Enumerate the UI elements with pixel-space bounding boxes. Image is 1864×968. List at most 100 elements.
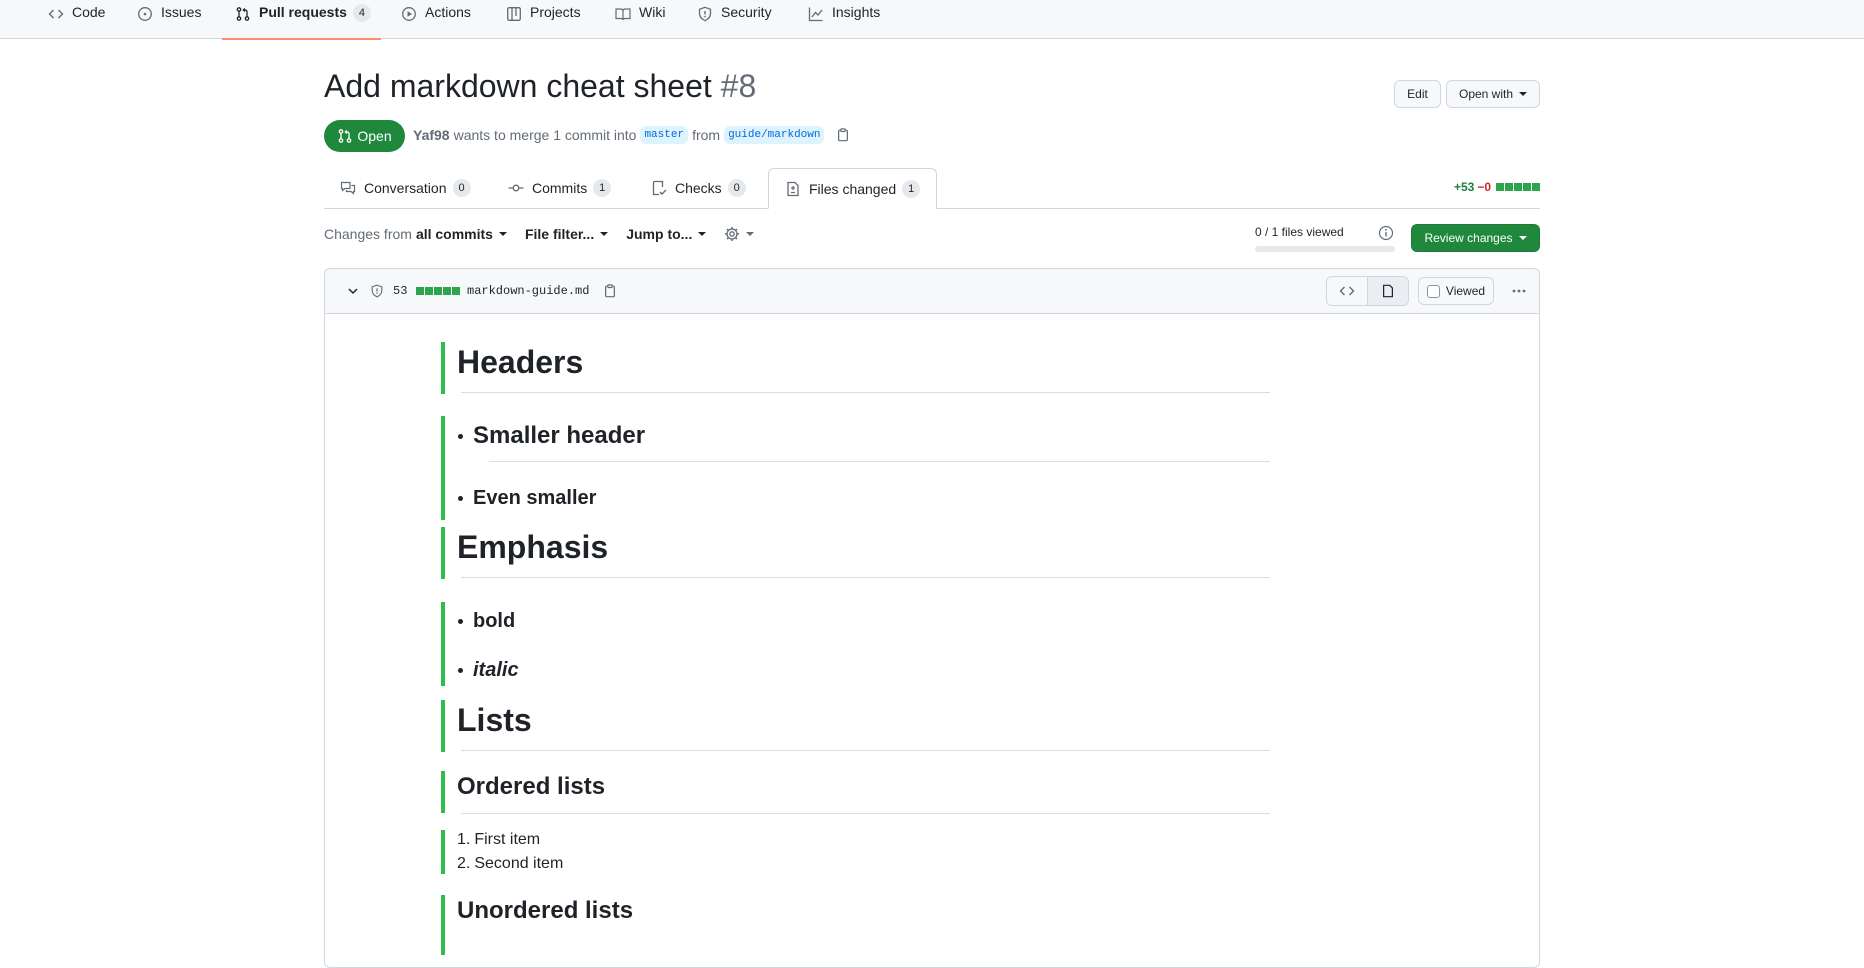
list-item: bold xyxy=(458,606,516,636)
tab-conversation-label: Conversation xyxy=(364,180,447,196)
code-icon xyxy=(1339,286,1355,296)
diff-settings-dropdown[interactable] xyxy=(724,226,755,242)
merge-text: wants to merge 1 commit into xyxy=(453,127,637,143)
pull-requests-count: 4 xyxy=(352,4,371,22)
file-options-button[interactable] xyxy=(1505,277,1533,305)
head-branch[interactable]: guide/markdown xyxy=(724,126,825,144)
edit-button-label: Edit xyxy=(1407,87,1428,101)
tab-commits[interactable]: Commits 1 xyxy=(492,168,627,208)
copy-icon[interactable] xyxy=(603,284,617,298)
chevron-down-icon xyxy=(600,232,609,236)
shield-icon xyxy=(371,284,383,298)
list-item-text: Second item xyxy=(474,855,564,872)
heading-headers: Headers xyxy=(457,344,584,380)
pr-title-text: Add markdown cheat sheet xyxy=(324,68,712,104)
nav-actions[interactable]: Actions xyxy=(401,0,471,39)
files-viewed-progress xyxy=(1255,246,1395,252)
nav-projects[interactable]: Projects xyxy=(506,0,581,39)
edit-button[interactable]: Edit xyxy=(1394,80,1441,108)
copy-icon[interactable] xyxy=(836,128,850,142)
open-with-button[interactable]: Open with xyxy=(1446,80,1540,108)
rich-diff-button[interactable] xyxy=(1367,277,1408,305)
git-pull-request-icon xyxy=(339,129,352,143)
nav-projects-label: Projects xyxy=(530,4,581,20)
diffstat-block xyxy=(1505,183,1513,191)
tab-files-changed-count: 1 xyxy=(902,179,921,198)
from-text: from xyxy=(692,127,721,143)
tab-checks-label: Checks xyxy=(675,180,722,196)
shield-icon xyxy=(698,6,712,22)
gear-icon xyxy=(725,227,740,241)
diffstat-block xyxy=(425,287,434,295)
review-changes-label: Review changes xyxy=(1424,231,1513,245)
list-item: Even smaller xyxy=(458,478,596,518)
bullet xyxy=(458,619,463,624)
kebab-horizontal-icon xyxy=(1512,289,1526,293)
list-item-text: bold xyxy=(473,609,516,632)
code-icon xyxy=(48,9,64,19)
table-icon xyxy=(507,7,521,21)
nav-wiki-label: Wiki xyxy=(639,4,666,20)
info-icon[interactable] xyxy=(1378,225,1394,241)
heading-rule xyxy=(461,392,1270,393)
author-link[interactable]: Yaf98 xyxy=(413,127,450,143)
file-header: 53 markdown-guide.md Viewed xyxy=(325,269,1539,314)
review-changes-button[interactable]: Review changes xyxy=(1411,224,1540,252)
nav-security[interactable]: Security xyxy=(697,0,772,39)
file-filter-dropdown[interactable]: File filter... xyxy=(524,226,609,242)
collapse-file-button[interactable] xyxy=(347,269,359,313)
tab-files-changed[interactable]: Files changed 1 xyxy=(768,168,938,209)
viewed-checkbox[interactable] xyxy=(1426,284,1440,298)
base-branch[interactable]: master xyxy=(640,126,689,144)
nav-issues[interactable]: Issues xyxy=(137,0,201,39)
diffstat-block xyxy=(443,287,452,295)
list-item: Smaller header xyxy=(458,416,645,456)
chevron-down-icon xyxy=(1519,92,1528,96)
issue-opened-icon xyxy=(138,7,152,21)
file-diff-icon xyxy=(787,181,799,196)
diffstat-block xyxy=(1523,183,1531,191)
files-viewed-text: 0 / 1 files viewed xyxy=(1255,225,1344,239)
tab-conversation-count: 0 xyxy=(452,179,471,197)
nav-pull-requests-label: Pull requests xyxy=(259,4,347,20)
file-filter-label: File filter... xyxy=(524,226,595,242)
viewed-checkbox-button[interactable]: Viewed xyxy=(1418,277,1494,305)
page-title: Add markdown cheat sheet #8 xyxy=(324,68,756,105)
tab-files-changed-label: Files changed xyxy=(809,180,897,197)
jump-to-dropdown[interactable]: Jump to... xyxy=(626,226,707,242)
md-block-unordered: Unordered lists xyxy=(441,895,1270,955)
status-label: Open xyxy=(357,128,392,144)
list-item: 2. Second item xyxy=(457,854,563,874)
chevron-down-icon xyxy=(498,232,507,236)
checklist-icon xyxy=(652,180,667,196)
diffstat-block xyxy=(434,287,443,295)
open-with-label: Open with xyxy=(1458,87,1514,101)
book-icon xyxy=(615,8,631,21)
nav-code[interactable]: Code xyxy=(48,0,105,39)
tab-commits-label: Commits xyxy=(532,180,588,196)
diffstat-additions: +53 xyxy=(1453,180,1475,194)
status-badge: Open xyxy=(324,120,405,152)
md-block-ordered: Ordered lists xyxy=(441,771,1270,814)
bullet xyxy=(458,496,463,501)
nav-wiki[interactable]: Wiki xyxy=(615,0,665,39)
tab-conversation[interactable]: Conversation 0 xyxy=(324,168,487,208)
file-diff: 53 markdown-guide.md Viewed Headers Smal… xyxy=(324,268,1540,968)
jump-to-label: Jump to... xyxy=(626,226,693,242)
heading-lists: Lists xyxy=(457,702,532,738)
diffstat-block xyxy=(1514,183,1522,191)
nav-pull-requests[interactable]: Pull requests 4 xyxy=(222,0,381,40)
source-diff-button[interactable] xyxy=(1327,277,1367,305)
diffstat-deletions: −0 xyxy=(1477,180,1491,194)
file-name-link[interactable]: markdown-guide.md xyxy=(467,284,589,298)
changes-from-dropdown[interactable]: Changes from all commits xyxy=(324,226,507,242)
tab-checks[interactable]: Checks 0 xyxy=(635,168,762,208)
changes-from-value: all commits xyxy=(415,226,493,242)
graph-icon xyxy=(808,7,823,22)
md-block-emphasis-list: bold italic xyxy=(441,602,1270,686)
nav-insights[interactable]: Insights xyxy=(808,0,880,39)
pr-number: #8 xyxy=(720,68,757,104)
heading-rule xyxy=(461,577,1270,578)
heading-unordered-lists: Unordered lists xyxy=(457,897,634,924)
git-pull-request-icon xyxy=(236,7,250,21)
